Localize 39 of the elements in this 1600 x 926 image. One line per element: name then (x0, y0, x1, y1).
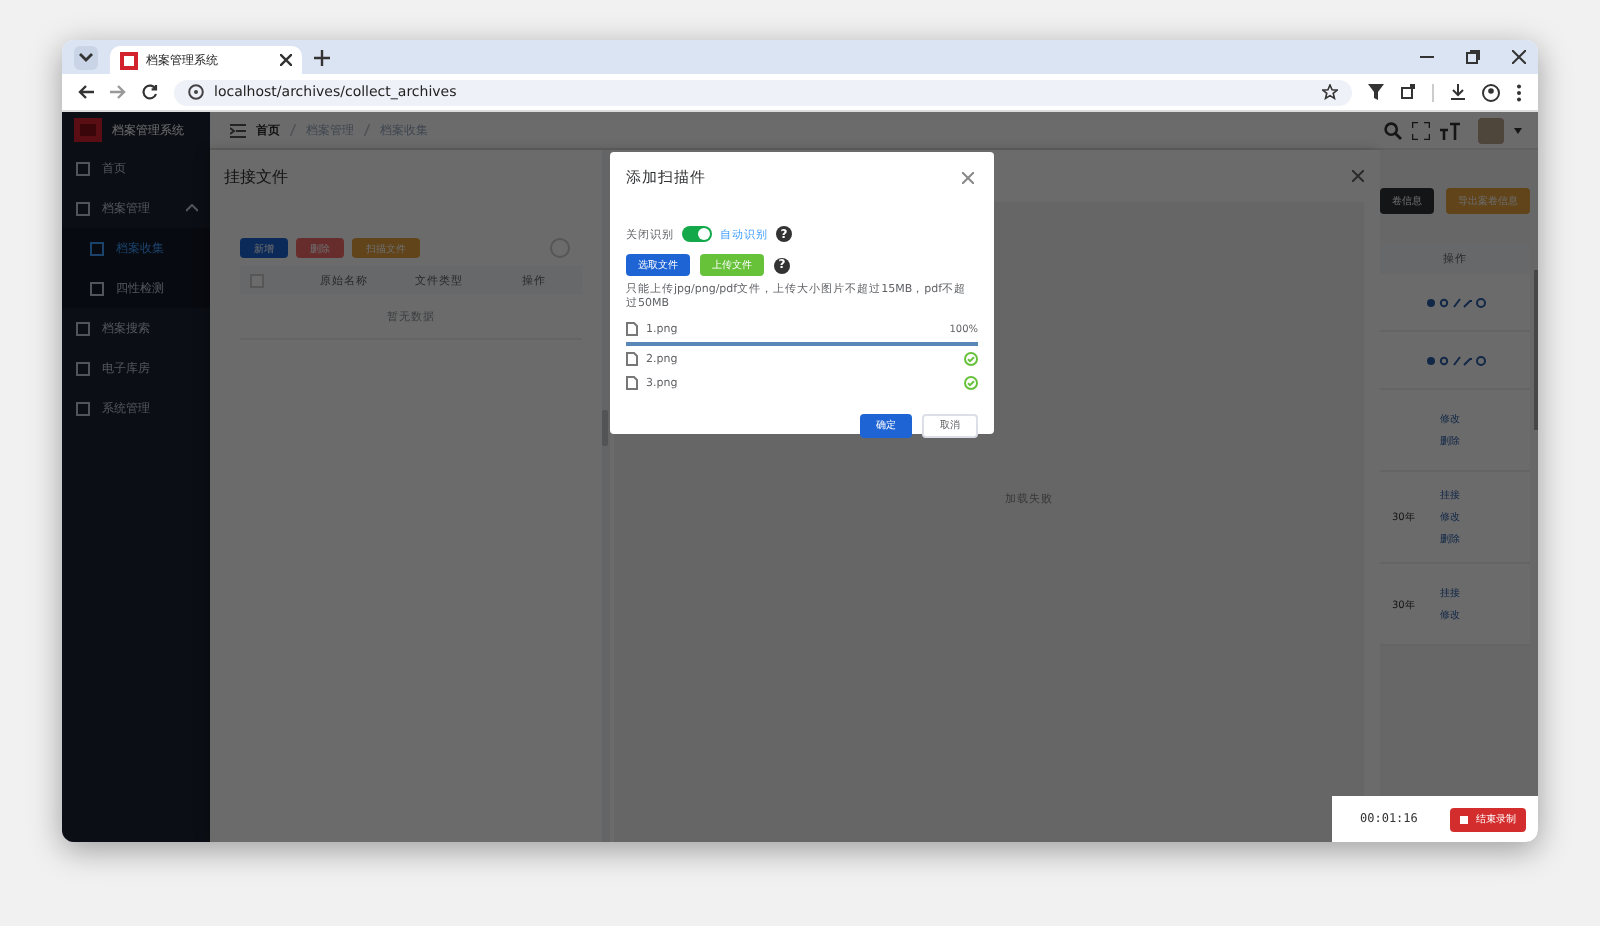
menu-icon (76, 201, 90, 215)
close-icon[interactable] (280, 54, 292, 66)
close-icon[interactable] (1512, 50, 1526, 64)
menu-icon (90, 281, 104, 295)
menu-icon (76, 401, 90, 415)
star-icon[interactable] (1322, 84, 1338, 100)
menu-icon (90, 241, 104, 255)
search-icon[interactable] (1384, 121, 1402, 139)
resize-handle[interactable] (602, 410, 608, 446)
row-action-icons[interactable] (1425, 297, 1485, 307)
success-icon (964, 376, 978, 391)
tab-list-button[interactable] (74, 45, 98, 69)
new-tab-icon[interactable] (314, 49, 330, 65)
menu-icon[interactable] (230, 123, 246, 137)
more-icon[interactable] (1516, 83, 1522, 101)
caret-icon (78, 51, 94, 63)
fullscreen-icon[interactable] (1412, 121, 1430, 139)
minimize-icon[interactable] (1420, 50, 1434, 64)
toggle-switch[interactable] (682, 226, 712, 242)
row-action-icons[interactable] (1425, 355, 1485, 365)
drawer-title: 挂接文件 (224, 168, 288, 186)
profile-icon[interactable] (1482, 83, 1500, 101)
reload-icon[interactable] (142, 84, 158, 100)
logo-icon (74, 118, 102, 142)
scrollbar[interactable] (1534, 270, 1538, 430)
logo-icon (120, 51, 138, 69)
back-icon[interactable] (78, 84, 94, 100)
success-icon (964, 352, 978, 367)
download-icon[interactable] (1450, 84, 1466, 100)
menu-icon (76, 361, 90, 375)
restore-icon[interactable] (1466, 50, 1480, 64)
site-info-icon[interactable] (188, 84, 204, 100)
menu-icon (76, 321, 90, 335)
filter-icon[interactable] (1368, 84, 1384, 100)
forward-icon[interactable] (110, 84, 126, 100)
extensions-icon[interactable] (1400, 84, 1416, 100)
menu-icon (76, 161, 90, 175)
caret-icon[interactable] (1514, 127, 1522, 133)
font-size-icon[interactable] (1440, 121, 1460, 139)
